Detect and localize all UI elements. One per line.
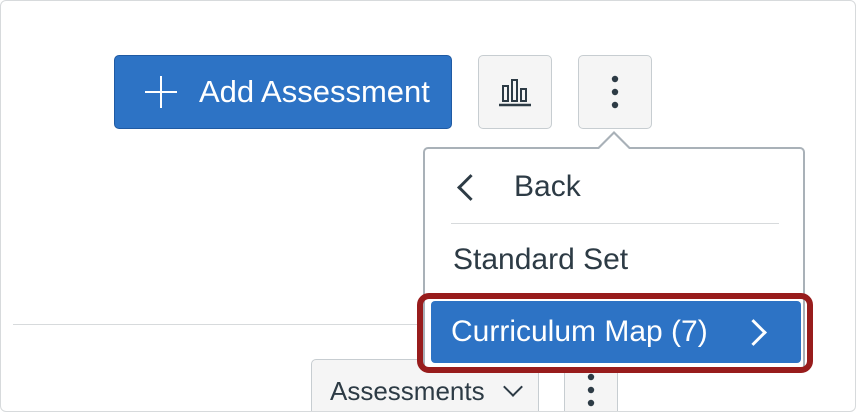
kebab-icon xyxy=(611,75,619,109)
more-options-button[interactable] xyxy=(578,55,652,129)
menu-back-label: Back xyxy=(514,170,581,203)
statistics-button[interactable] xyxy=(478,55,552,129)
bar-chart-icon xyxy=(499,79,531,107)
menu-pointer-fill xyxy=(599,134,629,149)
chevron-down-icon xyxy=(502,377,523,397)
assessments-label: Assessments xyxy=(330,376,485,406)
kebab-icon xyxy=(587,373,595,407)
content-panel: Add Assessment Assessments Back Standard… xyxy=(0,0,856,412)
menu-item-standard-set[interactable]: Standard Set xyxy=(453,243,628,277)
menu-item-curriculum-map-label: Curriculum Map (7) xyxy=(451,315,708,348)
menu-divider xyxy=(451,223,779,224)
chevron-left-icon xyxy=(457,173,484,201)
menu-back-item[interactable]: Back xyxy=(453,167,581,207)
add-assessment-button[interactable]: Add Assessment xyxy=(114,55,452,129)
options-menu: Back Standard Set Curriculum Map (7) xyxy=(423,147,805,373)
chevron-right-icon xyxy=(740,319,767,346)
menu-item-curriculum-map[interactable]: Curriculum Map (7) xyxy=(431,301,801,363)
plus-icon xyxy=(145,76,177,108)
add-assessment-label: Add Assessment xyxy=(199,74,430,109)
section-divider xyxy=(13,324,423,325)
